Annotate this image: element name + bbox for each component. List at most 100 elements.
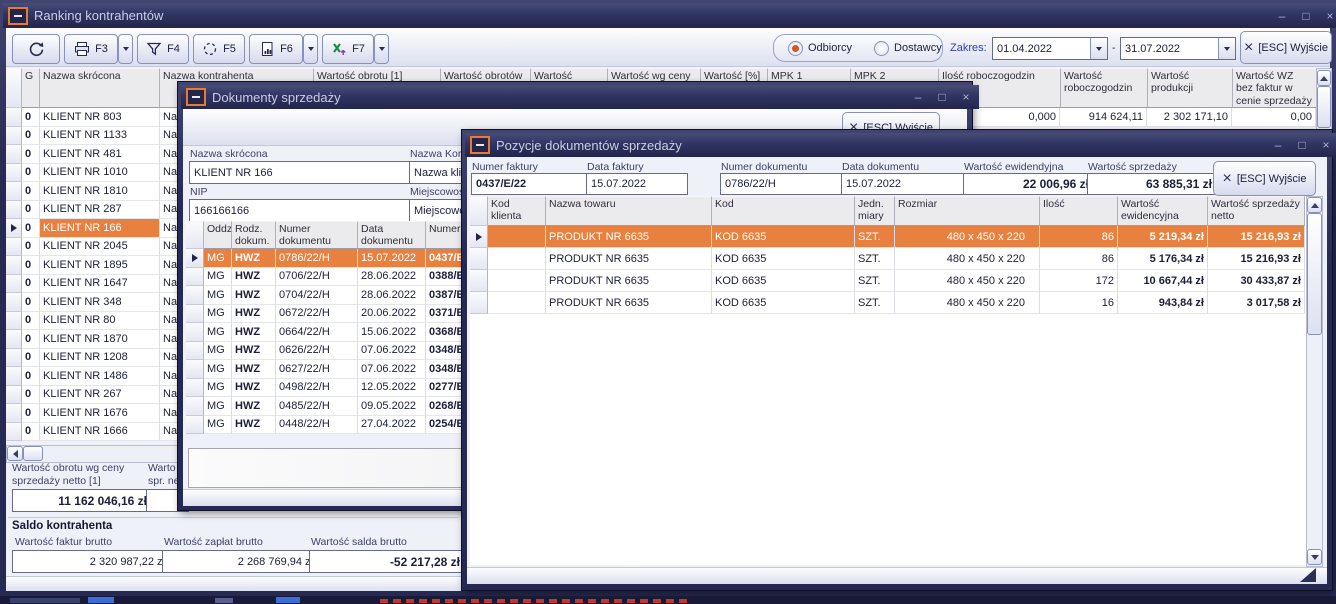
ranking-exit-button[interactable]: ×[ESC] Wyjście — [1240, 31, 1332, 64]
print-dropdown-button[interactable] — [118, 34, 133, 64]
row-selector — [186, 268, 204, 287]
col-header[interactable]: Nazwa skrócona — [40, 68, 160, 108]
cell-wartosc-sprzedazy-netto: 3 017,58 zł — [1208, 292, 1305, 314]
data-dokumentu-input[interactable]: 15.07.2022 — [841, 173, 970, 195]
cell-kod-klienta — [488, 248, 546, 270]
filter-button[interactable]: F4 — [137, 34, 189, 64]
date-from-combo[interactable]: 01.04.2022 — [992, 37, 1108, 60]
print-button[interactable]: F3 — [64, 34, 118, 64]
cell-numer-dokumentu: 0448/22/H — [276, 416, 358, 435]
maximize-button[interactable]: □ — [1298, 9, 1314, 23]
cell-oddz: MG — [204, 305, 232, 324]
scroll-up-button[interactable] — [1317, 70, 1331, 86]
scroll-left-button[interactable] — [7, 446, 23, 461]
report-dropdown-button[interactable] — [303, 34, 318, 64]
table-row[interactable]: PRODUKT NR 6635 KOD 6635 SZT. 480 x 450 … — [470, 248, 1305, 270]
maximize-button[interactable]: □ — [934, 90, 950, 104]
col-header[interactable]: Data dokumentu — [358, 221, 426, 249]
cell-nazwa-skrocona: KLIENT NR 803 — [40, 108, 160, 127]
ranking-titlebar[interactable]: Ranking kontrahentów – □ × — [3, 3, 1336, 28]
close-button[interactable]: × — [958, 90, 974, 104]
minimize-button[interactable]: – — [1270, 138, 1286, 152]
pozycje-exit-button[interactable]: ×[ESC] Wyjście — [1213, 161, 1316, 196]
cell-nazwa-skrocona: KLIENT NR 1133 — [40, 127, 160, 146]
nazwa-kontrahenta-label: Nazwa Kor — [410, 148, 461, 160]
table-row[interactable]: PRODUKT NR 6635 KOD 6635 SZT. 480 x 450 … — [470, 226, 1305, 248]
cell-nazwa-skrocona: KLIENT NR 1486 — [40, 367, 160, 386]
numer-dokumentu-label: Numer dokumentu — [721, 161, 807, 173]
resize-grip[interactable] — [1300, 568, 1316, 582]
report-button[interactable]: F6 — [249, 34, 303, 64]
row-selector — [6, 330, 22, 349]
col-header[interactable]: Jedn. miary — [855, 196, 895, 226]
cell-nazwa-skrocona: KLIENT NR 267 — [40, 386, 160, 405]
cell-kod-klienta — [488, 226, 546, 248]
col-header[interactable]: Rodz. dokum. — [232, 221, 276, 249]
cell-numer-dokumentu: 0672/22/H — [276, 305, 358, 324]
minimize-button[interactable]: – — [910, 90, 926, 104]
cell-rodz-dokum: HWZ — [232, 397, 276, 416]
cell-rodz-dokum: HWZ — [232, 286, 276, 305]
scroll-thumb[interactable] — [1307, 213, 1322, 335]
close-button[interactable]: × — [1318, 138, 1334, 152]
scroll-down-button[interactable] — [1307, 549, 1322, 565]
table-row[interactable]: PRODUKT NR 6635 KOD 6635 SZT. 480 x 450 … — [470, 292, 1305, 314]
chevron-down-icon — [308, 47, 314, 51]
col-header[interactable]: Nazwa towaru — [546, 196, 712, 226]
zakres-label: Zakres: — [950, 42, 987, 54]
taskbar-fragment — [10, 598, 80, 603]
pozycje-titlebar[interactable]: Pozycje dokumentów sprzedaży – □ × — [465, 133, 1336, 157]
cell-data-dokumentu: 15.06.2022 — [358, 323, 426, 342]
date-to-dropdown[interactable] — [1218, 38, 1235, 59]
radio-odbiorcy[interactable]: Odbiorcy — [788, 41, 852, 56]
cell-wartosc-sprzedazy-netto: 30 433,87 zł — [1208, 270, 1305, 292]
date-to-combo[interactable]: 31.07.2022 — [1120, 37, 1236, 60]
cell-oddz: MG — [204, 268, 232, 287]
cell-ilosc: 16 — [1040, 292, 1118, 314]
excel-dropdown-button[interactable] — [374, 34, 389, 64]
col-header[interactable]: Wartość sprzedaży netto — [1208, 196, 1305, 226]
scroll-thumb[interactable] — [1317, 86, 1331, 128]
minimize-button[interactable]: – — [1274, 9, 1290, 23]
scroll-up-button[interactable] — [1307, 197, 1322, 213]
cell-numer-dokumentu: 0704/22/H — [276, 286, 358, 305]
numer-dokumentu-input[interactable]: 0786/22/H — [720, 173, 847, 195]
cell-numer-dokumentu: 0627/22/H — [276, 360, 358, 379]
date-from-dropdown[interactable] — [1090, 38, 1107, 59]
col-header[interactable]: Kod klienta — [488, 196, 546, 226]
col-header[interactable]: Wartość ewidencyjna — [1118, 196, 1208, 226]
hscroll-thumb[interactable] — [23, 446, 43, 461]
nazwa-skrocona-input[interactable]: KLIENT NR 166 — [189, 161, 415, 184]
row-selector — [470, 270, 488, 292]
col-header[interactable]: G — [22, 68, 40, 108]
cell-g: 0 — [22, 330, 40, 349]
col-header[interactable]: Ilość — [1040, 196, 1118, 226]
cell-oddz: MG — [204, 323, 232, 342]
refresh-button[interactable] — [12, 34, 60, 64]
selection-button[interactable]: F5 — [193, 34, 245, 64]
dokumenty-titlebar[interactable]: Dokumenty sprzedaży – □ × — [181, 85, 979, 109]
excel-export-button[interactable]: F7 — [322, 34, 374, 64]
radio-dostawcy[interactable]: Dostawcy — [874, 41, 942, 56]
col-header[interactable]: Oddz. — [204, 221, 232, 249]
cell-rodz-dokum: HWZ — [232, 379, 276, 398]
data-faktury-input[interactable]: 15.07.2022 — [586, 173, 688, 195]
maximize-button[interactable]: □ — [1294, 138, 1310, 152]
close-button[interactable]: × — [1322, 9, 1336, 23]
col-header[interactable]: Rozmiar — [895, 196, 1040, 226]
numer-faktury-input[interactable]: 0437/E/22 — [471, 173, 593, 195]
cell-wartosc-produkcji: 2 302 171,10 — [1147, 108, 1232, 127]
cell-g: 0 — [22, 108, 40, 127]
col-header[interactable]: Wartość roboczogodzin — [1061, 68, 1148, 108]
close-x-icon: × — [1244, 40, 1253, 56]
col-header[interactable]: Kod — [712, 196, 855, 226]
col-header[interactable]: Numer dokumentu — [276, 221, 358, 249]
table-row[interactable]: PRODUKT NR 6635 KOD 6635 SZT. 480 x 450 … — [470, 270, 1305, 292]
col-header[interactable]: Wartość produkcji — [1148, 68, 1233, 108]
nip-input[interactable]: 166166166 — [189, 199, 415, 222]
arrow-up-icon — [1311, 203, 1319, 208]
row-selector — [186, 323, 204, 342]
cell-wartosc-ewidencyjna: 5 176,34 zł — [1118, 248, 1208, 270]
cell-g: 0 — [22, 182, 40, 201]
col-header[interactable]: Wartość WZ bez faktur w cenie sprzedaży — [1233, 68, 1317, 108]
